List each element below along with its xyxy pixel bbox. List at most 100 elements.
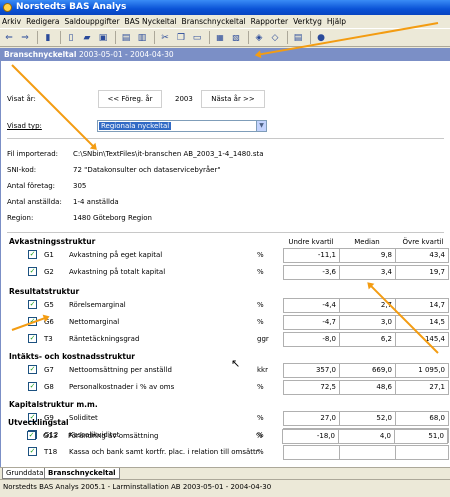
value-cell xyxy=(339,445,396,460)
document-title: Branschnyckeltal xyxy=(4,50,77,59)
row-unit: % xyxy=(257,431,264,439)
view-type-value: Regionala nyckeltal xyxy=(99,122,172,130)
save-icon[interactable]: ▣ xyxy=(96,31,110,45)
menu-rapporter[interactable]: Rapporter xyxy=(251,17,288,26)
menu-hjalp[interactable]: Hjälp xyxy=(327,17,346,26)
print-icon[interactable]: ▥ xyxy=(135,31,149,45)
tab-branschnyckeltal[interactable]: Branschnyckeltal xyxy=(44,468,120,479)
row-name: Avkastning på eget kapital xyxy=(69,251,163,259)
toolbar-separator xyxy=(154,31,155,44)
copy-icon[interactable]: ❐ xyxy=(174,31,188,45)
menubar: Arkiv Redigera Saldouppgifter BAS Nyckel… xyxy=(0,15,450,29)
menu-redigera[interactable]: Redigera xyxy=(26,17,59,26)
menu-branschnyckeltal[interactable]: Branschnyckeltal xyxy=(182,17,246,26)
current-year: 2003 xyxy=(175,95,193,103)
menu-verktyg[interactable]: Verktyg xyxy=(293,17,322,26)
row-checkbox[interactable]: ✓ xyxy=(28,447,37,456)
toolbar-separator xyxy=(37,31,38,44)
app-icon xyxy=(3,3,12,12)
value-cell: 357,0 xyxy=(283,363,340,378)
print-preview-icon[interactable]: ▤ xyxy=(119,31,133,45)
menu-bas-nyckeltal[interactable]: BAS Nyckeltal xyxy=(125,17,177,26)
value-cell: -4,4 xyxy=(283,298,340,313)
value-cell: 48,6 xyxy=(339,380,396,395)
row-checkbox[interactable]: ✓ xyxy=(28,413,37,422)
row-name: Personalkostnader i % av oms xyxy=(69,383,175,391)
row-unit: % xyxy=(257,383,264,391)
previous-year-button[interactable]: << Föreg. år xyxy=(98,90,162,108)
book-icon[interactable]: ▮ xyxy=(41,31,55,45)
row-unit: % xyxy=(257,251,264,259)
column-header: Undre kvartil xyxy=(288,238,334,246)
graph-icon[interactable]: ◈ xyxy=(252,31,266,45)
row-unit: % xyxy=(257,301,264,309)
value-cell: -4,7 xyxy=(283,315,340,330)
chevron-down-icon[interactable]: ▼ xyxy=(256,121,266,131)
row-checkbox[interactable]: ✓ xyxy=(28,250,37,259)
row-name: Kassa och bank samt kortfr. plac. i rela… xyxy=(69,448,259,456)
forward-icon[interactable]: ⇒ xyxy=(18,31,32,45)
row-checkbox[interactable]: ✓ xyxy=(28,430,37,439)
value-cell: 145,4 xyxy=(395,332,449,347)
row-code: G12 xyxy=(44,431,59,439)
row-unit: % xyxy=(257,414,264,422)
notes-icon[interactable]: ▤ xyxy=(291,31,305,45)
row-checkbox[interactable]: ✓ xyxy=(28,382,37,391)
toolbar-separator xyxy=(115,31,116,44)
row-code: G1 xyxy=(44,251,54,259)
value-cell: 19,7 xyxy=(395,265,449,280)
tab-grunddata[interactable]: Grunddata xyxy=(2,468,48,479)
row-unit: % xyxy=(257,268,264,276)
row-code: T3 xyxy=(44,335,53,343)
value-cell: -3,6 xyxy=(283,265,340,280)
open-folder-icon[interactable]: ▰ xyxy=(80,31,94,45)
row-name: Nettomarginal xyxy=(69,318,120,326)
value-cell: 52,0 xyxy=(339,411,396,426)
document-range: 2003-05-01 - 2004-04-30 xyxy=(79,50,174,59)
view-type-select[interactable]: Regionala nyckeltal ▼ xyxy=(97,120,267,132)
mouse-cursor-icon: ↖ xyxy=(231,357,241,370)
new-document-icon[interactable]: ▯ xyxy=(64,31,78,45)
row-checkbox[interactable]: ✓ xyxy=(28,267,37,276)
value-cell: 6,2 xyxy=(339,332,396,347)
value-cell: 27,0 xyxy=(283,411,340,426)
value-cell: 337,0 xyxy=(395,428,449,443)
menu-saldouppgifter[interactable]: Saldouppgifter xyxy=(64,17,119,26)
row-name: Avkastning på totalt kapital xyxy=(69,268,166,276)
info-label: Fil importerad: xyxy=(7,150,59,158)
next-year-button[interactable]: Nästa år >> xyxy=(201,90,265,108)
cut-icon[interactable]: ✂ xyxy=(158,31,172,45)
row-checkbox[interactable]: ✓ xyxy=(28,334,37,343)
value-cell: 128,0 xyxy=(283,428,340,443)
value-cell: 1 095,0 xyxy=(395,363,449,378)
menu-arkiv[interactable]: Arkiv xyxy=(2,17,21,26)
back-icon[interactable]: ⇐ xyxy=(2,31,16,45)
value-cell: 14,7 xyxy=(395,298,449,313)
value-cell: 3,4 xyxy=(339,265,396,280)
section-title: Intäkts- och kostnadsstruktur xyxy=(9,352,136,361)
toolbar-separator xyxy=(209,31,210,44)
view-type-label: Visad typ: xyxy=(7,122,42,130)
row-checkbox[interactable]: ✓ xyxy=(28,365,37,374)
toolbar-separator xyxy=(310,31,311,44)
value-cell xyxy=(395,445,449,460)
row-checkbox[interactable]: ✓ xyxy=(28,300,37,309)
value-cell: 3,0 xyxy=(339,315,396,330)
section-title: Resultatstruktur xyxy=(9,287,80,296)
paste-icon[interactable]: ▭ xyxy=(190,31,204,45)
settings-icon[interactable]: ◇ xyxy=(268,31,282,45)
info-label: SNI-kod: xyxy=(7,166,37,174)
row-code: G7 xyxy=(44,366,54,374)
divider xyxy=(7,232,444,233)
info-value: C:\SNbin\TextFiles\it-branschen AB_2003_… xyxy=(73,150,264,158)
info-value: 1480 Göteborg Region xyxy=(73,214,152,222)
window-title: Norstedts BAS Analys xyxy=(16,2,127,12)
branch-report-icon[interactable]: ▦ xyxy=(213,31,227,45)
row-name: Rörelsemarginal xyxy=(69,301,126,309)
column-header: Övre kvartil xyxy=(402,238,444,246)
window-titlebar: Norstedts BAS Analys xyxy=(0,0,450,15)
section-title: Avkastningsstruktur xyxy=(9,237,96,246)
branch-compare-icon[interactable]: ▧ xyxy=(229,31,243,45)
info-label: Antal anställda: xyxy=(7,198,62,206)
row-unit: % xyxy=(257,318,264,326)
